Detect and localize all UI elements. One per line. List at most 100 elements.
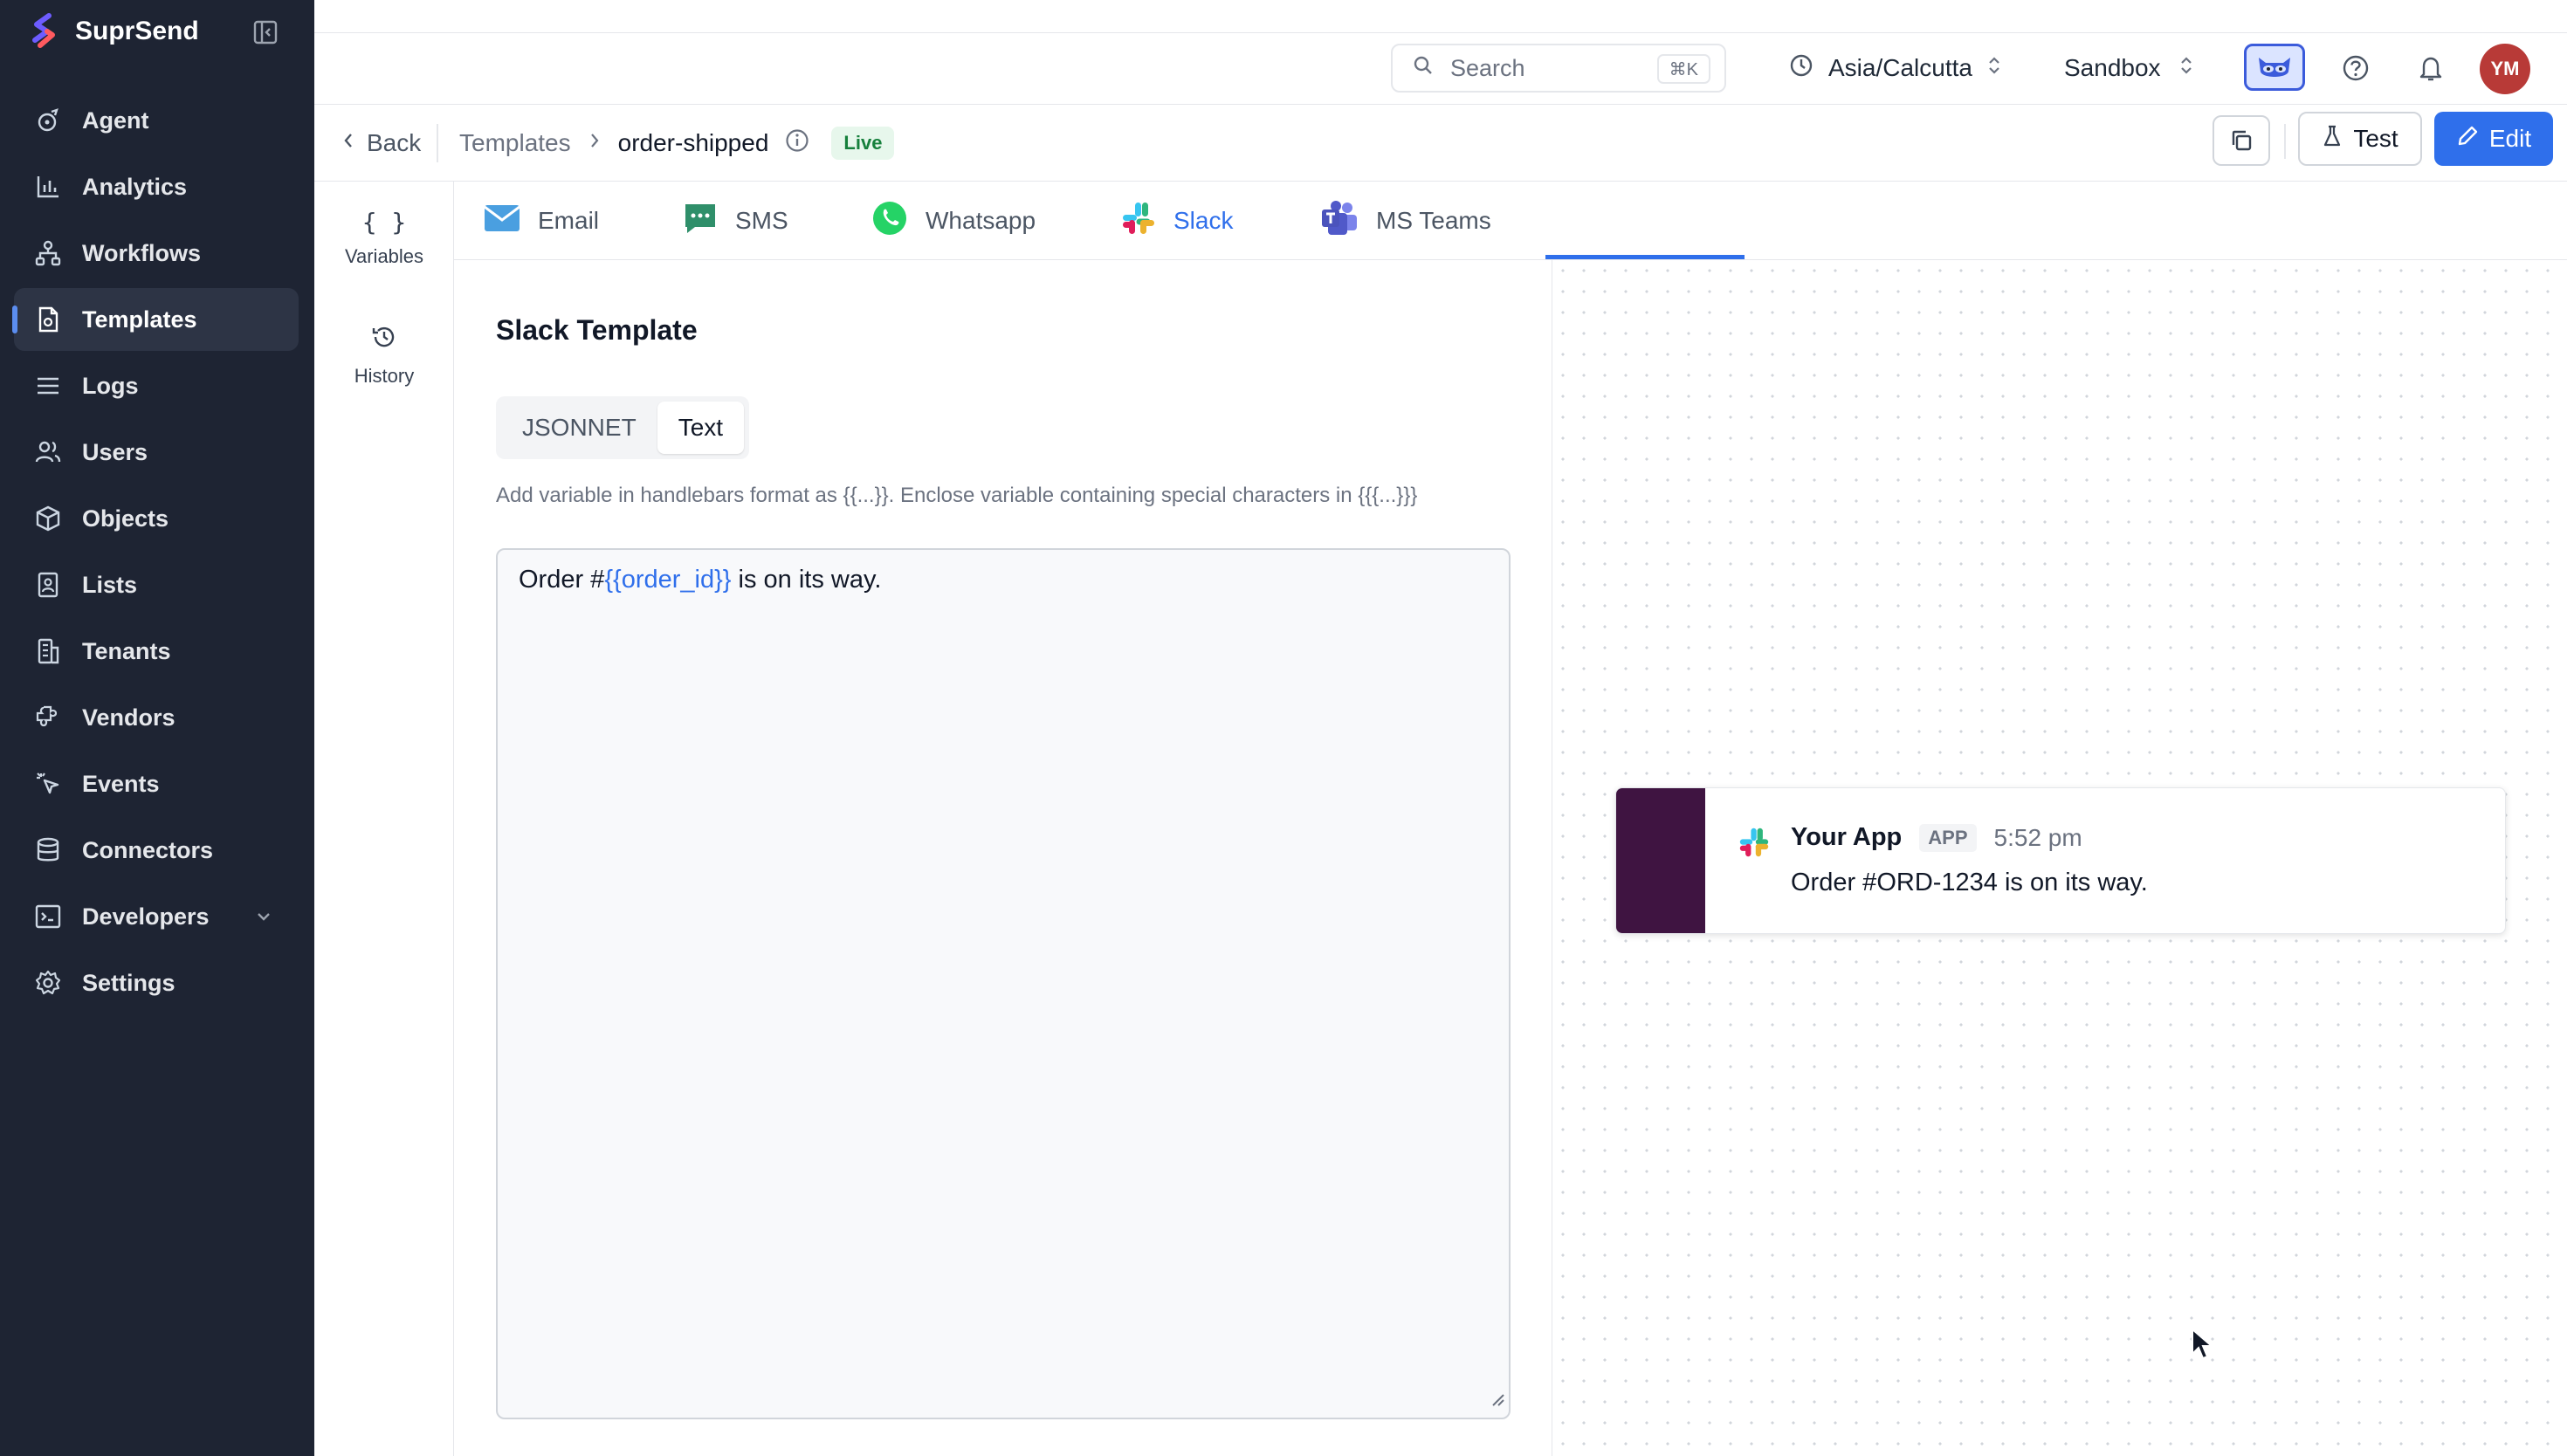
sidebar-item-developers[interactable]: Developers bbox=[14, 885, 299, 948]
sidebar-item-events[interactable]: Events bbox=[14, 752, 299, 815]
sidebar-item-agent[interactable]: Agent bbox=[14, 89, 299, 152]
brand-name: SuprSend bbox=[75, 17, 199, 45]
tab-slack[interactable]: Slack bbox=[1121, 182, 1233, 260]
chevron-right-icon bbox=[587, 129, 602, 157]
sidebar-item-lists[interactable]: Lists bbox=[14, 553, 299, 616]
collapse-sidebar-icon[interactable] bbox=[251, 18, 279, 46]
info-icon[interactable] bbox=[784, 127, 810, 160]
slack-message-text: Order #ORD-1234 is on its way. bbox=[1791, 869, 2148, 896]
tab-label: Email bbox=[538, 207, 600, 234]
curly-braces-icon: { } bbox=[361, 208, 407, 237]
users-icon bbox=[33, 437, 63, 467]
workflows-icon bbox=[33, 238, 63, 268]
top-bar: Search ⌘K Asia/Calcutta Sandbox YM bbox=[314, 33, 2567, 105]
environment-label: Sandbox bbox=[2064, 54, 2161, 81]
sidebar-item-label: Templates bbox=[82, 306, 197, 333]
bell-icon[interactable] bbox=[2412, 49, 2450, 87]
sidebar-item-label: Events bbox=[82, 770, 160, 797]
content-text: Order # bbox=[519, 566, 605, 594]
brand[interactable]: SuprSend bbox=[26, 12, 199, 51]
chevron-up-down-icon bbox=[2178, 54, 2194, 83]
sidebar-item-users[interactable]: Users bbox=[14, 421, 299, 484]
divider bbox=[2284, 124, 2286, 159]
sidebar-item-label: Connectors bbox=[82, 836, 214, 863]
edit-button[interactable]: Edit bbox=[2434, 112, 2553, 166]
slack-icon bbox=[1121, 201, 1156, 242]
variables-button[interactable]: { } Variables bbox=[314, 208, 454, 268]
tab-ms-teams[interactable]: MS Teams bbox=[1320, 182, 1491, 260]
chevron-down-icon[interactable] bbox=[253, 906, 274, 933]
tab-label: MS Teams bbox=[1376, 207, 1491, 234]
chevron-left-icon bbox=[341, 129, 356, 157]
mode-jsonnet[interactable]: JSONNET bbox=[501, 402, 657, 454]
sidebar-item-label: Analytics bbox=[82, 173, 188, 200]
tab-whatsapp[interactable]: Whatsapp bbox=[871, 182, 1036, 260]
tab-email[interactable]: Email bbox=[484, 182, 599, 260]
pencil-icon bbox=[2456, 125, 2479, 154]
duplicate-button[interactable] bbox=[2213, 115, 2270, 166]
help-icon[interactable] bbox=[2336, 49, 2375, 87]
settings-icon bbox=[33, 968, 63, 998]
events-icon bbox=[33, 769, 63, 799]
slack-message-card: Your App APP 5:52 pm Order #ORD-1234 is … bbox=[1615, 787, 2506, 934]
sidebar-item-connectors[interactable]: Connectors bbox=[14, 819, 299, 882]
tab-label: SMS bbox=[735, 207, 788, 234]
content-variable: {{order_id}} bbox=[604, 566, 732, 594]
timezone-label: Asia/Calcutta bbox=[1828, 54, 1972, 81]
breadcrumb-templates-link[interactable]: Templates bbox=[459, 129, 571, 157]
sidebar-item-settings[interactable]: Settings bbox=[14, 951, 299, 1014]
ms-teams-icon bbox=[1320, 200, 1359, 243]
test-label: Test bbox=[2353, 125, 2398, 152]
sidebar-item-analytics[interactable]: Analytics bbox=[14, 155, 299, 218]
sidebar-item-templates[interactable]: Templates bbox=[12, 288, 299, 351]
helper-text: Add variable in handlebars format as {{.… bbox=[496, 484, 1418, 507]
sidebar-item-vendors[interactable]: Vendors bbox=[14, 686, 299, 749]
slack-icon bbox=[1738, 827, 1770, 862]
tab-label: Whatsapp bbox=[926, 207, 1036, 234]
sidebar-item-tenants[interactable]: Tenants bbox=[14, 620, 299, 683]
mode-toggle: JSONNET Text bbox=[496, 396, 749, 459]
content-text: is on its way. bbox=[731, 566, 882, 594]
history-button[interactable]: History bbox=[314, 323, 454, 388]
resize-handle-icon[interactable] bbox=[1490, 1385, 1505, 1414]
sidebar-item-objects[interactable]: Objects bbox=[14, 487, 299, 550]
search-input[interactable]: Search ⌘K bbox=[1391, 44, 1726, 93]
logs-icon bbox=[33, 371, 63, 401]
copy-icon bbox=[2232, 130, 2252, 151]
slack-message-header: Your App APP 5:52 pm bbox=[1791, 823, 2082, 852]
search-icon bbox=[1412, 54, 1435, 83]
sidebar-item-workflows[interactable]: Workflows bbox=[14, 222, 299, 285]
slack-timestamp: 5:52 pm bbox=[1993, 823, 2082, 851]
agent-icon bbox=[33, 106, 63, 135]
sidebar-item-label: Agent bbox=[82, 106, 149, 134]
template-text-input[interactable]: Order #{{order_id}} is on its way. bbox=[496, 548, 1511, 1419]
sidebar-item-label: Logs bbox=[82, 372, 139, 399]
sidebar-item-label: Vendors bbox=[82, 704, 175, 731]
search-placeholder: Search bbox=[1450, 54, 1525, 81]
tab-sms[interactable]: SMS bbox=[683, 182, 788, 260]
sidebar-nav: Agent Analytics Workflows Templates Logs… bbox=[12, 89, 299, 1018]
slack-app-tag: APP bbox=[1919, 823, 1977, 852]
breadcrumb: Templates order-shipped Live bbox=[459, 124, 895, 162]
mode-text[interactable]: Text bbox=[657, 402, 745, 454]
slack-sidebar-strip bbox=[1616, 788, 1705, 933]
test-button[interactable]: Test bbox=[2298, 112, 2422, 166]
edit-label: Edit bbox=[2488, 125, 2532, 152]
timezone-selector[interactable]: Asia/Calcutta bbox=[1788, 47, 2002, 89]
sidebar-item-label: Settings bbox=[82, 969, 175, 996]
sidebar-item-label: Tenants bbox=[82, 637, 171, 664]
mouse-cursor-icon bbox=[2190, 1327, 2214, 1366]
tenants-icon bbox=[33, 636, 63, 666]
templates-icon bbox=[33, 305, 63, 334]
divider bbox=[437, 124, 438, 162]
suprsend-logo-icon bbox=[32, 13, 55, 48]
sidebar-item-logs[interactable]: Logs bbox=[14, 354, 299, 417]
top-strip bbox=[314, 0, 2567, 33]
sms-icon bbox=[683, 202, 718, 241]
history-label: History bbox=[354, 365, 415, 387]
agent-mascot-button[interactable] bbox=[2244, 44, 2305, 91]
environment-selector[interactable]: Sandbox bbox=[2064, 47, 2194, 89]
back-button[interactable]: Back bbox=[341, 124, 421, 162]
avatar[interactable]: YM bbox=[2480, 44, 2530, 94]
chevron-up-down-icon bbox=[1986, 54, 2002, 83]
